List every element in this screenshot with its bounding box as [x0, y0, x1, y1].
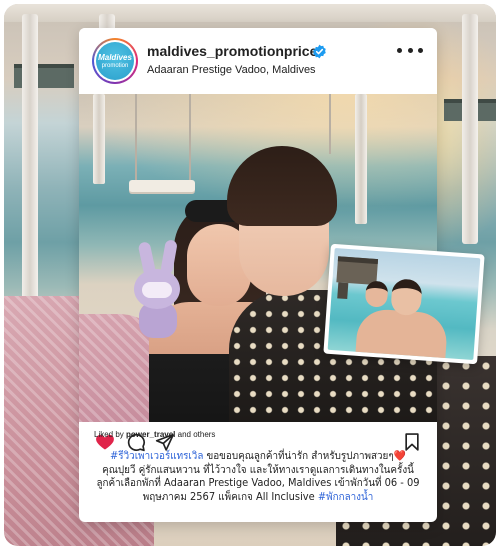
more-dot: [418, 47, 423, 53]
avatar-logo: Maldives promotion: [96, 42, 134, 80]
more-options-icon[interactable]: [397, 42, 423, 58]
water-villa: [336, 256, 379, 286]
selfie-face: [364, 280, 389, 308]
post-header: Maldives promotion maldives_promotionpri…: [79, 28, 437, 94]
post-username[interactable]: maldives_promotionprice: [147, 43, 317, 59]
selfie-people: [355, 307, 449, 360]
liked-by-suffix: and others: [177, 430, 216, 439]
more-dot: [407, 47, 413, 53]
plush-toy-face: [142, 282, 172, 298]
selfie-face: [390, 278, 423, 317]
pavilion-pillar: [22, 14, 38, 304]
caption-line: พฤษภาคม 2567 แพ็คเกจ All Inclusive #พักก…: [88, 491, 428, 505]
caption-text: พฤษภาคม 2567 แพ็คเกจ All Inclusive: [142, 490, 318, 503]
promo-canvas: Maldives promotion maldives_promotionpri…: [0, 0, 500, 550]
swing-rope: [329, 94, 331, 154]
pavilion-pillar: [462, 14, 478, 244]
post-caption: #รีวิวเพาเวอร์แทรเวิล ขอขอบคุณลูกค้าที่น…: [79, 450, 437, 504]
more-dot: [397, 47, 402, 53]
hashtag-link[interactable]: #พักกลางน้ำ: [318, 491, 373, 503]
beach-swing: [129, 180, 195, 192]
swing-rope: [189, 94, 191, 182]
liked-by-text: Liked by power_travel and others: [94, 430, 215, 439]
liked-by-user[interactable]: power_travel: [126, 430, 175, 439]
heart-emoji: ❤️: [393, 450, 406, 462]
avatar-frame: Maldives promotion: [94, 40, 136, 82]
caption-line: คุณปุยวี คู่รักแสนหวาน ที่ไว้วางใจ และให…: [102, 463, 414, 476]
bookmark-icon[interactable]: [402, 432, 422, 452]
avatar-logo-line1: Maldives: [98, 52, 132, 62]
avatar[interactable]: Maldives promotion: [92, 38, 138, 84]
secondary-photo: [323, 243, 485, 365]
liked-by-prefix: Liked by: [94, 430, 124, 439]
pavilion-roof: [4, 4, 496, 22]
caption-text: ขอขอบคุณลูกค้าที่น่ารัก สำหรับรูปภาพสวยๆ: [203, 450, 394, 462]
villa-stilt: [337, 282, 349, 300]
caption-line: #รีวิวเพาเวอร์แทรเวิล ขอขอบคุณลูกค้าที่น…: [88, 450, 428, 464]
post-location[interactable]: Adaaran Prestige Vadoo, Maldives: [147, 64, 316, 76]
pool-selfie: [327, 248, 481, 360]
pavilion-post: [93, 94, 105, 184]
caption-line: ลูกค้าเลือกพักที่ Adaaran Prestige Vadoo…: [96, 477, 420, 489]
pavilion-post: [355, 94, 367, 224]
swing-rope: [135, 94, 137, 182]
verified-badge-icon: [312, 44, 327, 59]
hashtag-link[interactable]: #รีวิวเพาเวอร์แทรเวิล: [110, 450, 203, 462]
avatar-logo-line2: promotion: [101, 62, 129, 69]
